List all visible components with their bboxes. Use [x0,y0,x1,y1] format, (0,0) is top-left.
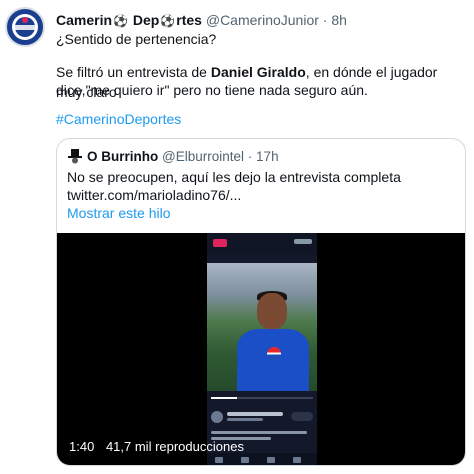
mail-icon [293,457,301,463]
separator: · [322,12,328,28]
quote-author-handle[interactable]: @Elburrointel [162,149,244,164]
phone-progress-bar [211,397,313,399]
author-handle[interactable]: @CamerinoJunior [206,12,319,28]
mention-bold: Daniel Giraldo [210,64,306,80]
video-overlay: 1:40 41,7 mil reproducciones [69,439,244,455]
soccer-ball-icon: ⚽ [160,14,176,28]
phone-author-row [211,411,313,425]
search-icon [241,457,249,463]
home-icon [215,457,223,463]
video-view-count: 41,7 mil reproducciones [105,439,244,454]
show-thread-link[interactable]: Mostrar este hilo [67,204,170,222]
phone-author-handle-bar [227,418,263,421]
author-name[interactable]: Camerin⚽ Dep⚽rtes [56,12,202,28]
battery-icon [294,239,312,244]
hashtag-link[interactable]: #CamerinoDeportes [56,109,181,129]
soccer-ball-icon: ⚽ [113,14,128,28]
phone-avatar-icon [211,411,223,423]
phone-progress-fill [211,397,237,399]
quote-author-name[interactable]: O Burrinho [87,149,158,164]
tweet-header: Camerin⚽ Dep⚽rtes @CamerinoJunior · 8h [56,12,347,29]
tophat-avatar-icon[interactable] [67,148,83,164]
author-avatar[interactable] [5,7,45,47]
tweet[interactable]: Camerin⚽ Dep⚽rtes @CamerinoJunior · 8h ¿… [0,0,474,474]
live-badge-icon [213,239,227,247]
bell-icon [267,457,275,463]
team-logo-icon [8,10,42,44]
phone-status-bar [207,233,317,255]
quoted-tweet[interactable]: O Burrinho @Elburrointel · 17h No se pre… [56,138,466,466]
quote-timestamp[interactable]: 17h [256,149,279,164]
player-head [257,293,287,329]
quote-text-url: twitter.com/marioladino76/... [67,187,242,203]
phone-caption-line [211,431,307,434]
tweet-text-line-3: dice,"me quiero ir" pero no tiene nada s… [56,82,368,98]
tweet-text-line-1: ¿Sentido de pertenencia? [56,31,217,47]
phone-follow-pill [291,412,313,421]
separator: · [247,149,253,164]
tweet-timestamp[interactable]: 8h [331,12,347,28]
video-frame [207,233,317,465]
video-player[interactable]: 1:40 41,7 mil reproducciones [57,233,465,465]
quote-text: No se preocupen, aquí les dejo la entrev… [67,168,457,204]
quote-header: O Burrinho @Elburrointel · 17h [67,148,279,165]
phone-author-name-bar [227,412,283,416]
video-duration: 1:40 [69,439,95,454]
player-photo [207,263,317,391]
sponsor-logo-icon [267,347,281,361]
